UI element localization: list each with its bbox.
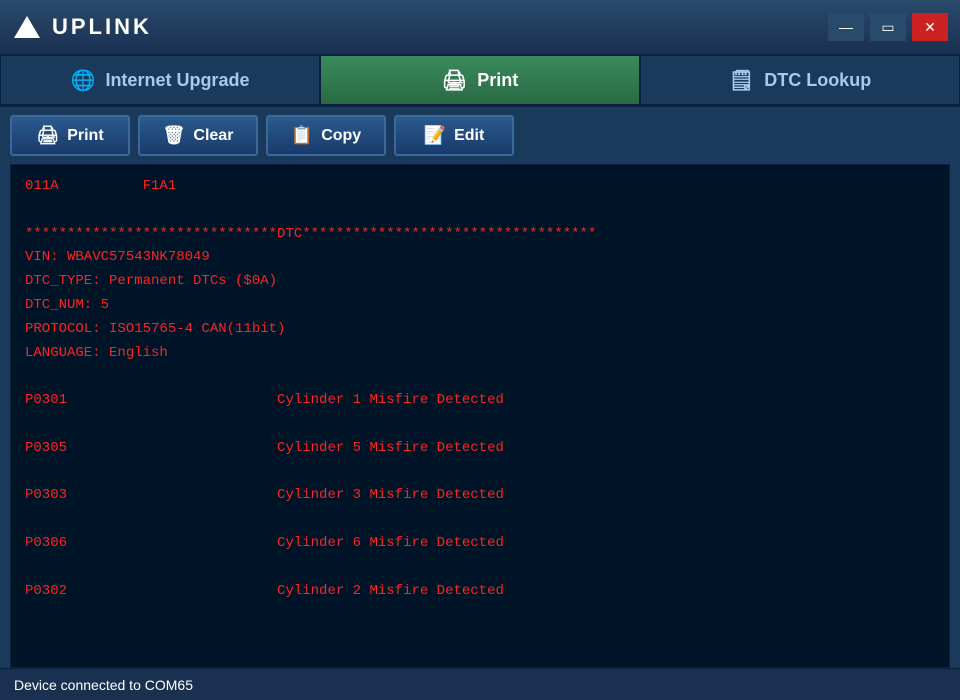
- print-button-icon: 🖨: [36, 125, 59, 146]
- print-button-label: Print: [67, 127, 103, 145]
- minimize-button[interactable]: —: [828, 13, 864, 41]
- edit-button-icon: 📝: [424, 125, 446, 146]
- edit-button[interactable]: 📝 Edit: [394, 115, 514, 156]
- close-button[interactable]: ✕: [912, 13, 948, 41]
- clear-button-icon: 🗑: [163, 125, 186, 146]
- clear-button[interactable]: 🗑 Clear: [138, 115, 258, 156]
- action-bar: 🖨 Print 🗑 Clear 📋 Copy 📝 Edit: [0, 107, 960, 164]
- text-output[interactable]: 011A F1A1 ******************************…: [10, 164, 950, 668]
- edit-button-label: Edit: [454, 127, 484, 145]
- window-controls: — ▭ ✕: [828, 13, 948, 41]
- tab-internet-upgrade-label: Internet Upgrade: [105, 70, 249, 91]
- nav-tabs: 🌐 Internet Upgrade 🖨 Print 🗒 DTC Lookup: [0, 55, 960, 107]
- clear-button-label: Clear: [193, 127, 233, 145]
- app-title: UPLINK: [52, 14, 152, 40]
- tab-internet-upgrade[interactable]: 🌐 Internet Upgrade: [0, 55, 320, 105]
- title-bar: UPLINK — ▭ ✕: [0, 0, 960, 55]
- text-output-wrapper: 011A F1A1 ******************************…: [10, 164, 950, 668]
- copy-button[interactable]: 📋 Copy: [266, 115, 386, 156]
- print-tab-icon: 🖨: [442, 68, 467, 93]
- tab-dtc-lookup-label: DTC Lookup: [764, 70, 871, 91]
- content-area: 011A F1A1 ******************************…: [0, 164, 960, 668]
- print-button[interactable]: 🖨 Print: [10, 115, 130, 156]
- dtc-lookup-icon: 🗒: [729, 68, 754, 93]
- status-text: Device connected to COM65: [14, 677, 193, 693]
- copy-button-label: Copy: [321, 127, 361, 145]
- logo-area: UPLINK: [12, 12, 152, 42]
- tab-dtc-lookup[interactable]: 🗒 DTC Lookup: [640, 55, 960, 105]
- copy-button-icon: 📋: [291, 125, 313, 146]
- status-bar: Device connected to COM65: [0, 668, 960, 700]
- restore-button[interactable]: ▭: [870, 13, 906, 41]
- tab-print-label: Print: [477, 70, 518, 91]
- internet-upgrade-icon: 🌐: [71, 68, 96, 93]
- tab-print[interactable]: 🖨 Print: [320, 55, 640, 105]
- logo-icon: [12, 12, 42, 42]
